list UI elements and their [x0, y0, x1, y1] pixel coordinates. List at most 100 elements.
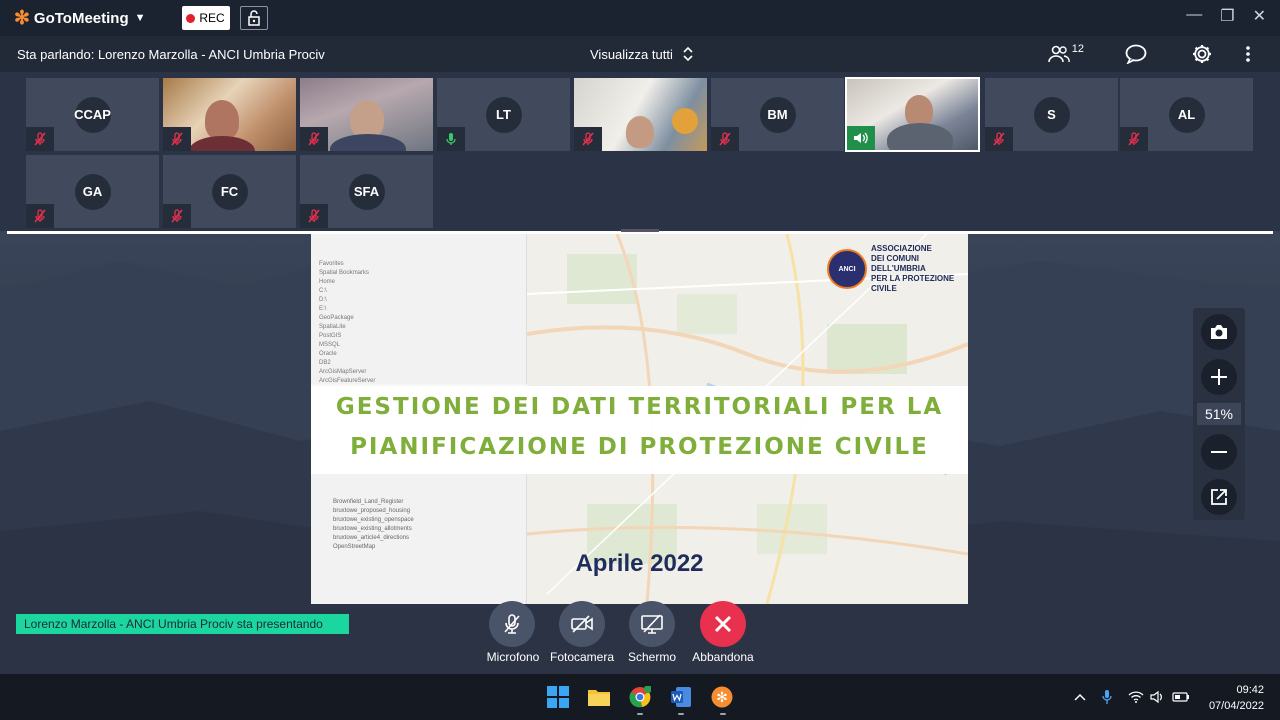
more-vertical-icon	[1246, 46, 1250, 62]
leave-meeting-button[interactable]	[700, 601, 746, 647]
participants-icon	[1047, 45, 1070, 63]
participant-initials: LT	[485, 96, 522, 133]
speaker-active-icon	[847, 126, 875, 150]
svg-text:✻: ✻	[716, 690, 728, 706]
wifi-icon[interactable]	[1127, 688, 1145, 706]
layer-tree: Brownfield_Land_Register bruxtowe_propose…	[333, 499, 414, 550]
participant-tile[interactable]: CCAP	[25, 77, 160, 152]
record-label: REC	[199, 11, 225, 25]
participants-button[interactable]: 12	[1047, 42, 1084, 66]
participant-tile[interactable]: SFA	[299, 154, 434, 229]
mic-muted-icon	[574, 127, 602, 151]
mic-off-icon	[504, 614, 520, 634]
microphone-tray-icon[interactable]	[1098, 688, 1116, 706]
qgis-layers-panel: Brownfield_Land_Register bruxtowe_propose…	[311, 474, 527, 604]
clock-date: 07/04/2022	[1208, 700, 1264, 712]
record-dot-icon	[186, 13, 196, 23]
pop-out-button[interactable]	[1201, 479, 1237, 515]
chevron-up-icon[interactable]	[1071, 688, 1089, 706]
chat-icon	[1125, 44, 1147, 64]
running-indicator	[720, 713, 726, 715]
participant-video-tile[interactable]	[573, 77, 708, 152]
participant-initials: CCAP	[74, 96, 111, 133]
participant-tile[interactable]: GA	[25, 154, 160, 229]
participant-initials: S	[1033, 96, 1070, 133]
leave-label: Abbandona	[692, 650, 754, 664]
screen-share-button[interactable]	[629, 601, 675, 647]
participant-tile[interactable]: AL	[1119, 77, 1254, 152]
settings-button[interactable]	[1190, 42, 1214, 66]
zoom-panel: 51%	[1193, 308, 1245, 520]
microphone-button[interactable]	[489, 601, 535, 647]
camera-button[interactable]	[559, 601, 605, 647]
camera-off-icon	[571, 615, 593, 633]
info-bar: Sta parlando: Lorenzo Marzolla - ANCI Um…	[0, 36, 1280, 72]
active-speaker-tile[interactable]	[845, 77, 980, 152]
external-link-icon	[1211, 489, 1227, 505]
participant-tile[interactable]: BM	[710, 77, 845, 152]
participant-initials: AL	[1168, 96, 1205, 133]
slide-date: Aprile 2022	[575, 550, 704, 577]
running-indicator	[678, 713, 684, 715]
zoom-out-button[interactable]	[1201, 434, 1237, 470]
app-menu[interactable]: ✻ GoToMeeting ▼	[14, 7, 146, 30]
minimize-icon[interactable]: —	[1186, 6, 1202, 26]
participant-video	[350, 100, 384, 138]
app-name: GoToMeeting	[33, 9, 129, 27]
zoom-level: 51%	[1197, 403, 1241, 425]
record-button[interactable]: REC	[181, 6, 230, 30]
gear-icon	[1193, 45, 1211, 63]
gotomeeting-logo-icon: ✻	[14, 7, 30, 29]
close-icon	[714, 615, 732, 633]
participant-tile[interactable]: LT	[436, 77, 571, 152]
participant-initials: GA	[74, 173, 111, 210]
participant-video	[205, 100, 239, 140]
presenting-banner: Lorenzo Marzolla - ANCI Umbria Prociv st…	[16, 614, 349, 634]
gotomeeting-window: ✻ GoToMeeting ▼ REC — ❐ ✕ Sta parlando: …	[0, 0, 1280, 674]
participant-initials: BM	[759, 96, 796, 133]
mic-muted-icon	[300, 204, 328, 228]
chrome-icon[interactable]	[628, 685, 652, 709]
running-indicator	[637, 713, 643, 715]
screen-share-off-icon	[641, 614, 663, 634]
chevron-down-icon: ▼	[134, 12, 146, 24]
plus-icon	[1211, 369, 1227, 385]
active-speaker-label: Sta parlando: Lorenzo Marzolla - ANCI Um…	[17, 46, 325, 62]
participant-count: 12	[1071, 43, 1084, 55]
shared-screen-slide: Favorites Spatial Bookmarks Home C:\ D:\ E:\ G…	[311, 234, 968, 604]
minus-icon	[1211, 451, 1227, 453]
lock-meeting-button[interactable]	[239, 6, 268, 30]
participant-video-tile[interactable]	[299, 77, 434, 152]
windows-start-icon[interactable]	[546, 685, 570, 709]
mic-muted-icon	[26, 127, 54, 151]
screenshot-button[interactable]	[1201, 314, 1237, 350]
participant-tile[interactable]: FC	[162, 154, 297, 229]
volume-icon[interactable]	[1149, 688, 1167, 706]
gotomeeting-taskbar-icon[interactable]: ✻	[710, 685, 734, 709]
participant-video-tile[interactable]	[162, 77, 297, 152]
more-options-button[interactable]	[1236, 42, 1260, 66]
mic-muted-icon	[26, 204, 54, 228]
lock-icon	[247, 10, 260, 26]
zoom-in-button[interactable]	[1201, 359, 1237, 395]
slide-title-line1: GESTIONE DEI DATI TERRITORIALI PER LA	[335, 394, 944, 420]
battery-icon[interactable]	[1172, 688, 1190, 706]
mic-muted-icon	[985, 127, 1013, 151]
chat-button[interactable]	[1124, 42, 1148, 66]
view-all-toggle[interactable]: Visualizza tutti	[590, 46, 693, 62]
anci-logo-icon: ANCI	[827, 249, 867, 289]
participant-video	[626, 116, 654, 148]
close-icon[interactable]: ✕	[1253, 6, 1266, 26]
view-all-label: Visualizza tutti	[590, 46, 673, 62]
file-explorer-icon[interactable]	[587, 685, 611, 709]
taskbar-clock[interactable]: 09:42 07/04/2022	[1200, 682, 1264, 714]
mic-muted-icon	[711, 127, 739, 151]
participant-grid: CCAP LT BM S AL GA FC SFA	[25, 77, 1255, 231]
qgis-browser-panel: Favorites Spatial Bookmarks Home C:\ D:\ E:\ G…	[311, 234, 527, 384]
slide-title-line2: PIANIFICAZIONE DI PROTEZIONE CIVILE	[350, 434, 929, 460]
word-icon[interactable]	[669, 685, 693, 709]
participant-tile[interactable]: S	[984, 77, 1119, 152]
clock-time: 09:42	[1236, 684, 1264, 696]
restore-icon[interactable]: ❐	[1220, 6, 1234, 26]
association-logo: ANCI ASSOCIAZIONE DEI COMUNI DELL'UMBRIA…	[827, 244, 967, 294]
